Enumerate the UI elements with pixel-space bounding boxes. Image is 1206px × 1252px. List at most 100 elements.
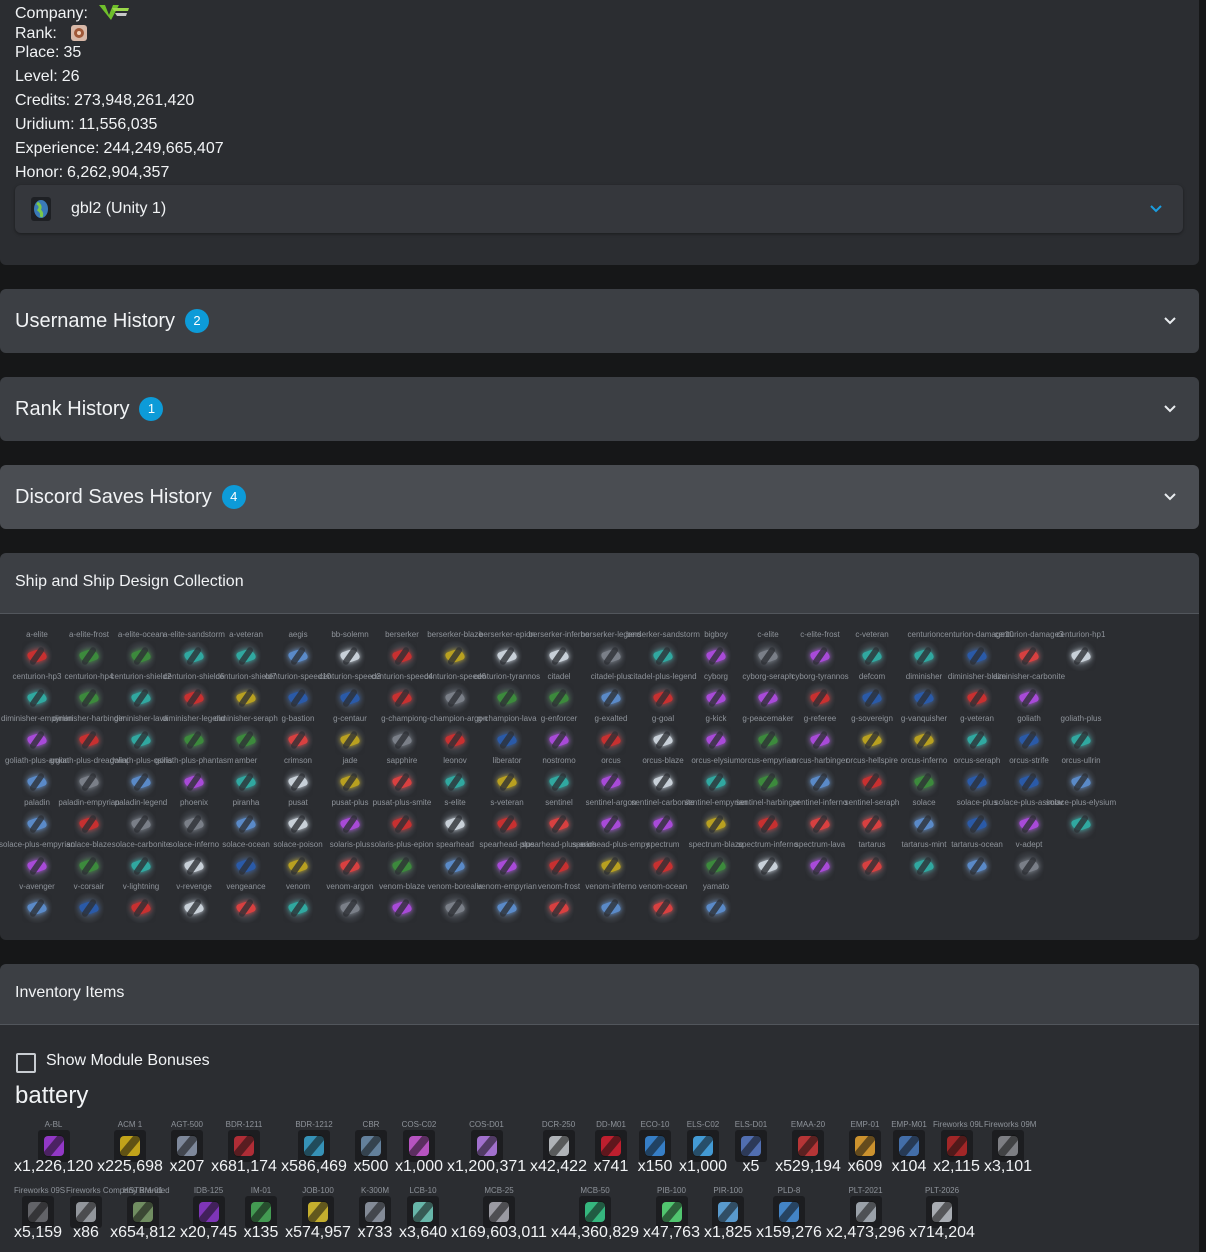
chevron-down-icon	[1164, 493, 1176, 501]
accordion-rank-history[interactable]: Rank History 1	[0, 377, 1199, 441]
show-module-bonuses-checkbox[interactable]	[16, 1053, 36, 1073]
inventory-item[interactable]: BDR-1212 x586,469	[281, 1120, 347, 1182]
server-select-value: gbl2 (Unity 1)	[71, 200, 167, 217]
inventory-item[interactable]: PIR-100 x1,825	[704, 1186, 752, 1248]
ship-icon	[596, 641, 626, 671]
ship-icon	[126, 809, 156, 839]
inventory-item[interactable]: A-BL x1,226,120	[14, 1120, 93, 1182]
ship-tile[interactable]: centurion-hp1	[1056, 630, 1106, 672]
ship-icon	[701, 641, 731, 671]
accordion-discord-saves-history[interactable]: Discord Saves History 4	[0, 465, 1199, 529]
item-name: BDR-1212	[295, 1120, 333, 1129]
inventory-item[interactable]: COS-C02 x1,000	[395, 1120, 443, 1182]
ship-icon	[701, 725, 731, 755]
ship-collection-grid: a-elite a-elite-frost a-elite-ocean a-elite…	[0, 614, 1199, 940]
ship-name: v-adept	[1015, 840, 1043, 849]
inventory-item[interactable]: Fireworks 09M x3,101	[984, 1120, 1036, 1182]
ship-icon	[1066, 641, 1096, 671]
ship-icon	[962, 725, 992, 755]
ship-icon	[440, 893, 470, 923]
ship-icon	[231, 809, 261, 839]
ship-icon	[962, 683, 992, 713]
ship-tile[interactable]: diminisher-carbonite	[993, 672, 1065, 714]
ship-icon	[596, 725, 626, 755]
inventory-item[interactable]: K-300M x733	[355, 1186, 395, 1248]
item-name: PLT-2026	[924, 1186, 960, 1195]
inventory-item[interactable]: IM-01 x135	[241, 1186, 281, 1248]
inventory-item[interactable]: ACM 1 x225,698	[97, 1120, 163, 1182]
ship-row: centurion-hp3 centurion-hp4 centurion-shie…	[12, 672, 1187, 714]
inventory-item[interactable]: COS-D01 x1,200,371	[447, 1120, 526, 1182]
inventory-item[interactable]: PLT-2026 x714,204	[909, 1186, 975, 1248]
inventory-item[interactable]: ECO-10 x150	[635, 1120, 675, 1182]
chevron-down-icon	[1164, 317, 1176, 325]
ship-collection-title: Ship and Ship Design Collection	[15, 573, 244, 590]
inventory-item[interactable]: PLT-2021 x2,473,296	[826, 1186, 905, 1248]
ship-icon	[74, 683, 104, 713]
ship-icon	[909, 683, 939, 713]
inventory-item[interactable]: JOB-100 x574,957	[285, 1186, 351, 1248]
inventory-item[interactable]: HSTRM-01 x654,812	[110, 1186, 176, 1248]
chevron-down-icon	[1150, 205, 1162, 213]
inventory-item[interactable]: EMP-01 x609	[845, 1120, 885, 1182]
inventory-item[interactable]: LCB-10 x3,640	[399, 1186, 447, 1248]
inventory-item[interactable]: IDB-125 x20,745	[180, 1186, 237, 1248]
inventory-item[interactable]: PLD-8 x159,276	[756, 1186, 822, 1248]
item-quantity: x529,194	[775, 1158, 841, 1175]
server-select[interactable]: gbl2 (Unity 1)	[15, 185, 1183, 233]
ship-icon	[1066, 809, 1096, 839]
inventory-item[interactable]: CBR x500	[351, 1120, 391, 1182]
ship-icon	[544, 725, 574, 755]
ship-icon	[74, 767, 104, 797]
ship-tile[interactable]: goliath-plus	[1056, 714, 1106, 756]
ship-icon	[179, 641, 209, 671]
ship-icon	[126, 851, 156, 881]
inventory-item[interactable]: EMAA-20 x529,194	[775, 1120, 841, 1182]
ship-icon	[492, 893, 522, 923]
ship-icon	[596, 767, 626, 797]
inventory-item[interactable]: EMP-M01 x104	[889, 1120, 929, 1182]
ship-tile[interactable]: solace-plus-elysium	[1046, 798, 1116, 840]
count-badge: 4	[221, 485, 246, 509]
inventory-item[interactable]: Fireworks Company Branded x86	[66, 1186, 170, 1248]
ship-row: a-elite a-elite-frost a-elite-ocean a-elite…	[12, 630, 1187, 672]
inventory-item[interactable]: ELS-C02 x1,000	[679, 1120, 727, 1182]
level-value: 26	[61, 68, 80, 85]
ship-icon	[283, 641, 313, 671]
inventory-item[interactable]: Fireworks 09L x2,115	[933, 1120, 983, 1182]
ship-name: diminisher-carbonite	[992, 672, 1066, 681]
inventory-item[interactable]: DD-M01 x741	[591, 1120, 631, 1182]
inventory-item[interactable]: DCR-250 x42,422	[530, 1120, 587, 1182]
ship-tile[interactable]: yamato	[691, 882, 741, 924]
inventory-item[interactable]: AGT-500 x207	[167, 1120, 207, 1182]
ship-icon	[231, 641, 261, 671]
inventory-item[interactable]: ELS-D01 x5	[731, 1120, 771, 1182]
ship-icon	[753, 809, 783, 839]
inventory-item[interactable]: MCB-50 x44,360,829	[551, 1186, 639, 1248]
ship-icon	[596, 851, 626, 881]
accordion-username-history[interactable]: Username History 2	[0, 289, 1199, 353]
category-title: battery	[15, 1082, 89, 1109]
ship-icon	[753, 851, 783, 881]
company-label: Company:	[15, 5, 88, 22]
ship-icon	[1014, 809, 1044, 839]
ship-icon	[1014, 641, 1044, 671]
ship-icon	[805, 851, 835, 881]
ship-tile[interactable]: v-adept	[1004, 840, 1054, 882]
inventory-item[interactable]: MCB-25 x169,603,011	[451, 1186, 547, 1248]
ship-icon	[74, 641, 104, 671]
ship-tile[interactable]: orcus-ullrin	[1056, 756, 1106, 798]
item-name: PLD-8	[777, 1186, 801, 1195]
ship-icon	[857, 683, 887, 713]
show-module-bonuses-label[interactable]: Show Module Bonuses	[46, 1052, 210, 1070]
ship-icon	[22, 767, 52, 797]
ship-icon	[335, 893, 365, 923]
inventory-item[interactable]: Fireworks 09S x5,159	[14, 1186, 65, 1248]
item-name: DCR-250	[541, 1120, 576, 1129]
credits-value: 273,948,261,420	[74, 92, 195, 109]
inventory-item[interactable]: BDR-1211 x681,174	[211, 1120, 277, 1182]
accordion-title-text: Discord Saves History	[15, 486, 212, 508]
ship-icon	[1014, 683, 1044, 713]
inventory-item[interactable]: PIB-100 x47,763	[643, 1186, 700, 1248]
ship-icon	[753, 767, 783, 797]
